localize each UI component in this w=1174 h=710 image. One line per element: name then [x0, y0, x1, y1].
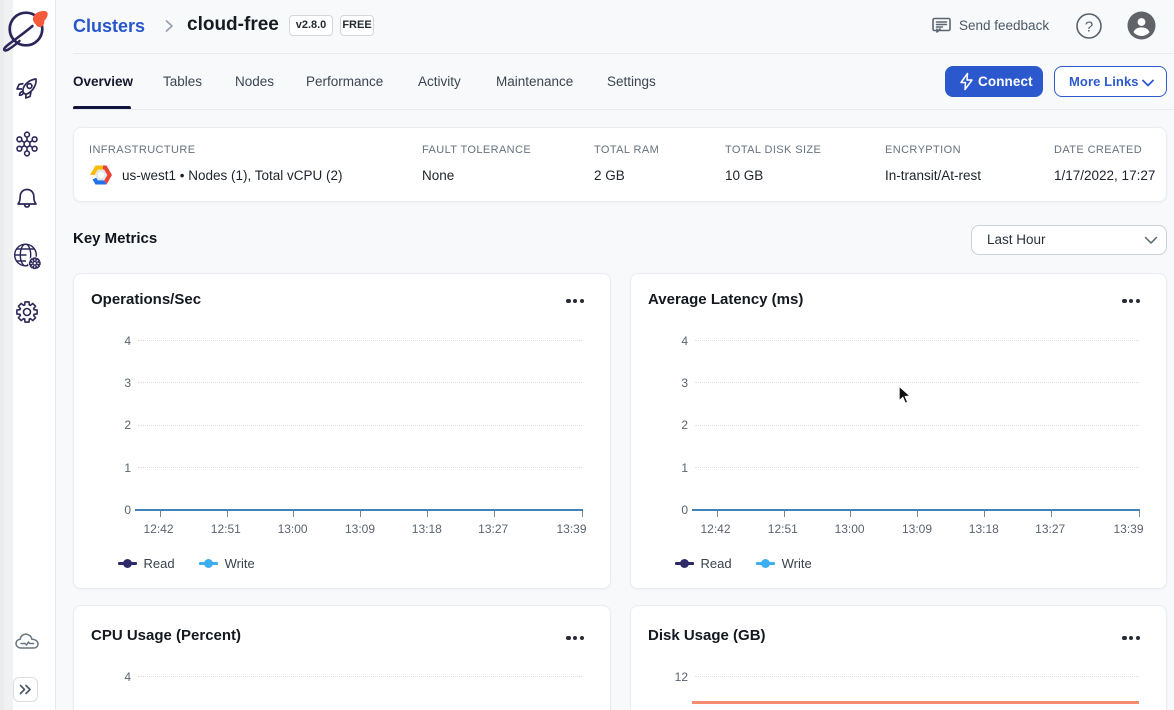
svg-text:?: ?	[1085, 19, 1093, 36]
